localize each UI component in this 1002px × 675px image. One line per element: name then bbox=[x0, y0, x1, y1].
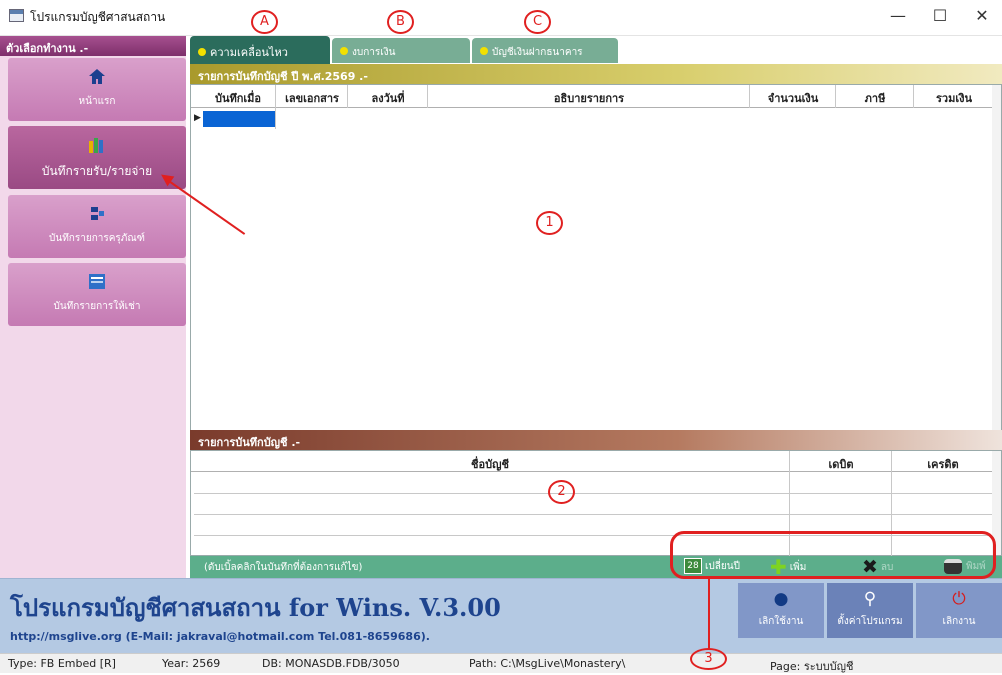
divider bbox=[275, 85, 276, 129]
column-header[interactable]: รวมเงิน bbox=[915, 89, 993, 107]
divider bbox=[347, 85, 348, 108]
window-title: โปรแกรมบัญชีศาสนสถาน bbox=[30, 10, 166, 24]
row-pointer-icon: ▶ bbox=[194, 113, 201, 123]
power-icon: ⏻ bbox=[952, 589, 966, 609]
user-icon: ● bbox=[773, 589, 789, 609]
sidebar-item-label: บันทึกรายรับ/รายจ่าย bbox=[41, 164, 153, 178]
brand-title: โปรแกรมบัญชีศาสนสถาน for Wins. V.3.00 bbox=[10, 593, 501, 622]
dot-icon bbox=[480, 47, 488, 55]
dot-icon bbox=[340, 47, 348, 55]
app-icon bbox=[9, 9, 24, 22]
books-icon bbox=[8, 136, 186, 156]
annotation-a: A bbox=[251, 10, 278, 34]
entries-header: ชื่อบัญชี เดบิต เครดิต bbox=[191, 451, 1001, 472]
sidebar: ตัวเลือกทำงาน .- หน้าแรก บันทึกรายรับ/รา… bbox=[0, 36, 186, 602]
annotation-connector bbox=[708, 578, 710, 650]
logout-button[interactable]: ● เลิกใช้งาน bbox=[738, 583, 824, 638]
status-bar: Type: FB Embed [R] Year: 2569 DB: MONASD… bbox=[0, 653, 1002, 673]
divider bbox=[194, 514, 992, 515]
status-db: DB: MONASDB.FDB/3050 bbox=[262, 657, 400, 670]
sidebar-item-equipment[interactable]: บันทึกรายการครุภัณฑ์ bbox=[8, 195, 186, 258]
column-header[interactable]: เดบิต bbox=[791, 455, 891, 473]
column-header[interactable]: ลงวันที่ bbox=[349, 89, 427, 107]
news-icon bbox=[8, 273, 186, 293]
selected-cell[interactable] bbox=[203, 111, 275, 127]
tab-movement[interactable]: ความเคลื่อนไหว bbox=[190, 36, 330, 64]
status-path: Path: C:\MsgLive\Monastery\ bbox=[469, 657, 626, 670]
annotation-3: 3 bbox=[690, 648, 727, 670]
footer: โปรแกรมบัญชีศาสนสถาน for Wins. V.3.00 ht… bbox=[0, 578, 1002, 653]
column-header[interactable]: ภาษี bbox=[837, 89, 913, 107]
journal-header: บันทึกเมื่อ เลขเอกสาร ลงวันที่ อธิบายราย… bbox=[191, 85, 1001, 108]
annotation-c: C bbox=[524, 10, 551, 34]
sidebar-item-home[interactable]: หน้าแรก bbox=[8, 58, 186, 121]
main-panel: รายการบันทึกบัญชี ปี พ.ศ.2569 .- บันทึกเ… bbox=[190, 64, 1002, 602]
toolbar-highlight bbox=[670, 531, 996, 579]
minimize-button[interactable]: — bbox=[878, 2, 918, 30]
divider bbox=[427, 85, 428, 108]
dot-icon bbox=[198, 48, 206, 56]
sidebar-item-label: บันทึกรายการครุภัณฑ์ bbox=[49, 233, 145, 244]
contact-info: http://msglive.org (E-Mail: jakraval@hot… bbox=[10, 630, 430, 643]
maximize-button[interactable]: ☐ bbox=[920, 2, 960, 30]
divider bbox=[835, 85, 836, 108]
journal-grid[interactable]: บันทึกเมื่อ เลขเอกสาร ลงวันที่ อธิบายราย… bbox=[190, 84, 1002, 434]
divider bbox=[913, 85, 914, 108]
tab-bar: ความเคลื่อนไหว งบการเงิน บัญชีเงินฝากธนา… bbox=[190, 36, 1002, 64]
status-type: Type: FB Embed [R] bbox=[8, 657, 116, 670]
vertical-scrollbar[interactable] bbox=[992, 85, 1001, 433]
column-header[interactable]: เลขเอกสาร bbox=[277, 89, 347, 107]
equipment-icon bbox=[8, 205, 186, 225]
tab-financial-statements[interactable]: งบการเงิน bbox=[332, 38, 470, 63]
tab-bank-deposits[interactable]: บัญชีเงินฝากธนาคาร bbox=[472, 38, 618, 63]
sidebar-header: ตัวเลือกทำงาน .- bbox=[0, 36, 186, 56]
sidebar-item-label: บันทึกรายการให้เช่า bbox=[53, 301, 141, 312]
status-year: Year: 2569 bbox=[162, 657, 221, 670]
column-header[interactable]: บันทึกเมื่อ bbox=[201, 89, 275, 107]
column-header[interactable]: จำนวนเงิน bbox=[751, 89, 835, 107]
status-page: Page: ระบบบัญชี bbox=[770, 660, 854, 673]
divider bbox=[194, 493, 992, 494]
column-header[interactable]: อธิบายรายการ bbox=[429, 89, 749, 107]
settings-button[interactable]: ⚲ ตั้งค่าโปรแกรม bbox=[827, 583, 913, 638]
column-header[interactable]: ชื่อบัญชี bbox=[191, 455, 789, 473]
entries-title: รายการบันทึกบัญชี .- bbox=[190, 430, 1002, 450]
exit-button[interactable]: ⏻ เลิกงาน bbox=[916, 583, 1002, 638]
journal-title: รายการบันทึกบัญชี ปี พ.ศ.2569 .- bbox=[190, 64, 1002, 84]
close-button[interactable]: ✕ bbox=[962, 2, 1002, 30]
annotation-b: B bbox=[387, 10, 414, 34]
divider bbox=[749, 85, 750, 108]
edit-hint: (ดับเบิ้ลคลิกในบันทึกที่ต้องการแก้ไข) bbox=[204, 562, 363, 573]
annotation-2: 2 bbox=[548, 480, 575, 504]
annotation-1: 1 bbox=[536, 211, 563, 235]
home-icon bbox=[8, 68, 186, 88]
column-header[interactable]: เครดิต bbox=[893, 455, 993, 473]
sidebar-item-rental[interactable]: บันทึกรายการให้เช่า bbox=[8, 263, 186, 326]
title-bar: โปรแกรมบัญชีศาสนสถาน — ☐ ✕ bbox=[0, 0, 1002, 36]
wrench-icon: ⚲ bbox=[863, 589, 877, 609]
sidebar-item-label: หน้าแรก bbox=[78, 96, 116, 107]
